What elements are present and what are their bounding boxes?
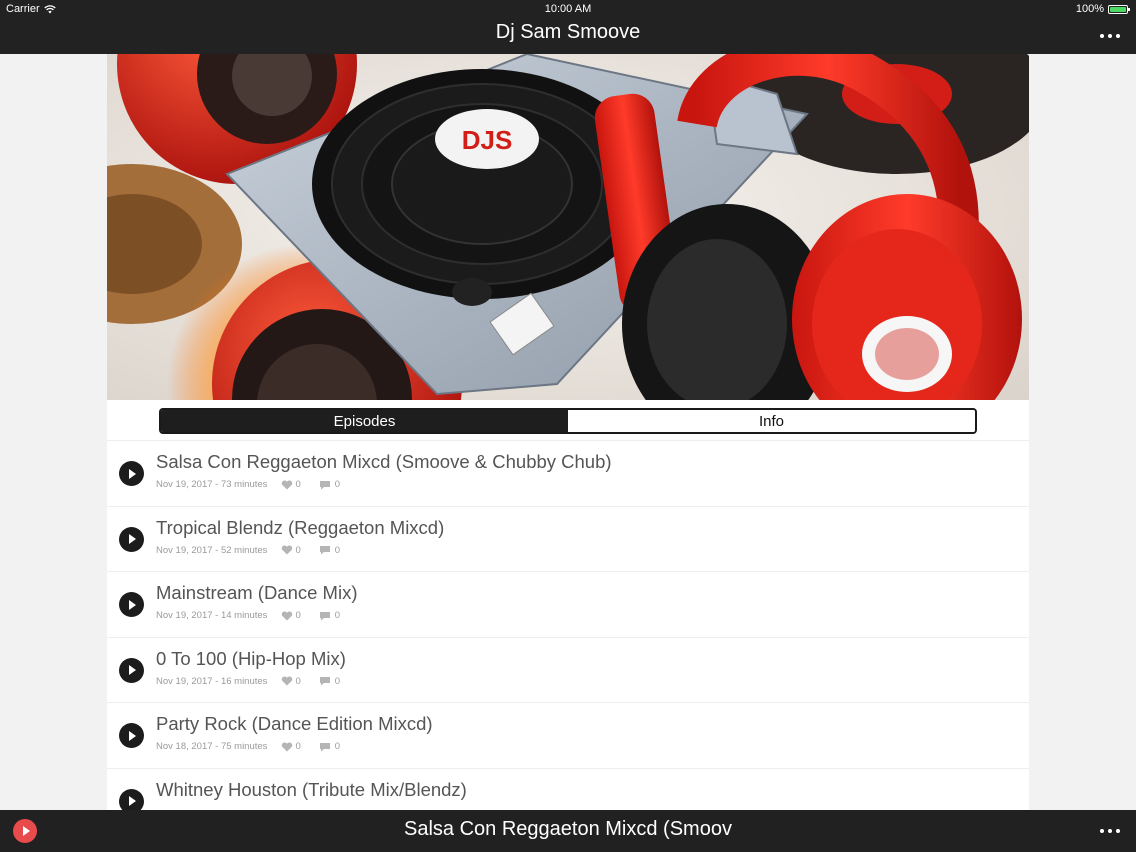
episode-title: Whitney Houston (Tribute Mix/Blendz) [156,778,467,800]
like-count: 0 [295,675,301,687]
episode-row[interactable]: Tropical Blendz (Reggaeton Mixcd) Nov 19… [107,505,1029,572]
nav-bar: Dj Sam Smoove [0,18,1136,54]
more-icon[interactable] [1100,26,1120,46]
episode-date-duration: Nov 19, 2017 - 73 minutes [156,479,268,490]
like-count: 0 [295,544,301,556]
battery-icon [1108,4,1130,14]
comment-count: 0 [334,675,341,687]
like-count: 0 [295,741,301,753]
episode-title: Party Rock (Dance Edition Mixcd) [156,713,433,735]
heart-icon[interactable] [281,611,293,621]
heart-icon[interactable] [281,676,293,686]
comment-count: 0 [334,610,341,622]
episode-row[interactable]: Whitney Houston (Tribute Mix/Blendz) [107,767,1029,810]
play-icon[interactable] [119,723,144,749]
carrier-group: Carrier [6,3,56,15]
episode-date-duration: Nov 18, 2017 - 75 minutes [156,741,268,753]
play-icon[interactable] [119,526,144,552]
episode-meta: Nov 19, 2017 - 52 minutes 0 0 [156,545,340,556]
status-bar: Carrier 10:00 AM 100% [0,0,1136,18]
episode-list: Salsa Con Reggaeton Mixcd (Smoove & Chub… [107,440,1029,810]
like-count: 0 [295,610,301,622]
main-content: DJS Episodes Info Salsa Con Reggaeton Mi… [107,54,1029,810]
status-time: 10:00 AM [544,3,592,15]
play-icon[interactable] [119,788,144,810]
episode-row[interactable]: Party Rock (Dance Edition Mixcd) Nov 18,… [107,702,1029,768]
tab-episodes[interactable]: Episodes [161,410,568,432]
episode-row[interactable]: Salsa Con Reggaeton Mixcd (Smoove & Chub… [107,440,1029,506]
play-icon[interactable] [119,461,144,486]
episode-title: Mainstream (Dance Mix) [156,582,358,604]
like-count: 0 [295,479,301,490]
episode-title: Salsa Con Reggaeton Mixcd (Smoove & Chub… [156,451,612,472]
episode-meta: Nov 18, 2017 - 75 minutes 0 0 [156,741,340,752]
episodes-info-segmented-control: Episodes Info [159,408,977,434]
heart-icon[interactable] [281,742,293,752]
battery-group: 100% [1075,3,1130,15]
episode-date-duration: Nov 19, 2017 - 16 minutes [156,675,268,687]
episode-title: Tropical Blendz (Reggaeton Mixcd) [156,516,445,538]
episode-row[interactable]: 0 To 100 (Hip-Hop Mix) Nov 19, 2017 - 16… [107,636,1029,703]
wifi-icon [43,4,56,13]
heart-icon[interactable] [281,545,293,555]
comment-count: 0 [334,741,341,753]
tab-info[interactable]: Info [568,410,975,432]
page-title: Dj Sam Smoove [495,21,641,43]
artwork-illustration: DJS [107,54,1029,400]
comment-icon[interactable] [319,676,331,686]
comment-icon[interactable] [319,480,331,490]
comment-count: 0 [334,479,341,490]
now-playing-title: Salsa Con Reggaeton Mixcd (Smoov [404,818,732,840]
episode-meta: Nov 19, 2017 - 73 minutes 0 0 [156,479,340,490]
comment-icon[interactable] [319,742,331,752]
record-label-text: DJS [462,125,513,155]
carrier-label: Carrier [6,3,40,15]
episode-date-duration: Nov 19, 2017 - 14 minutes [156,610,268,622]
episode-meta: Nov 19, 2017 - 14 minutes 0 0 [156,610,340,621]
comment-count: 0 [334,544,341,556]
comment-icon[interactable] [319,611,331,621]
episode-date-duration: Nov 19, 2017 - 52 minutes [156,544,268,556]
play-icon[interactable] [119,657,144,683]
comment-icon[interactable] [319,545,331,555]
episode-title: 0 To 100 (Hip-Hop Mix) [156,647,346,669]
heart-icon[interactable] [281,479,293,490]
episode-row[interactable]: Mainstream (Dance Mix) Nov 19, 2017 - 14… [107,571,1029,637]
player-more-icon[interactable] [1100,821,1120,841]
battery-percent: 100% [1075,3,1104,15]
play-icon[interactable] [119,592,144,618]
mini-player-bar: Salsa Con Reggaeton Mixcd (Smoov [0,810,1136,852]
player-play-icon[interactable] [13,819,37,843]
episode-meta: Nov 19, 2017 - 16 minutes 0 0 [156,676,340,687]
podcast-artwork: DJS [107,54,1029,400]
